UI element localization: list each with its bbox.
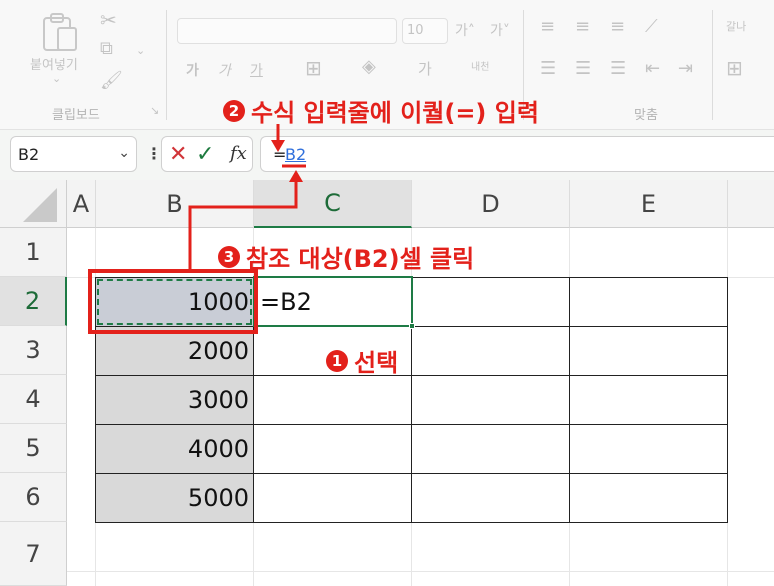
annotation-step3: 3 참조 대상(B2)셀 클릭 (218, 239, 474, 274)
step3-badge: 3 (218, 245, 240, 268)
annotation-step1: 1 선택 (326, 343, 398, 378)
step1-badge: 1 (326, 349, 348, 372)
annotation-arrows (188, 124, 306, 269)
step1-text: 선택 (354, 349, 399, 377)
step3-text: 참조 대상(B2)셀 클릭 (246, 245, 475, 273)
